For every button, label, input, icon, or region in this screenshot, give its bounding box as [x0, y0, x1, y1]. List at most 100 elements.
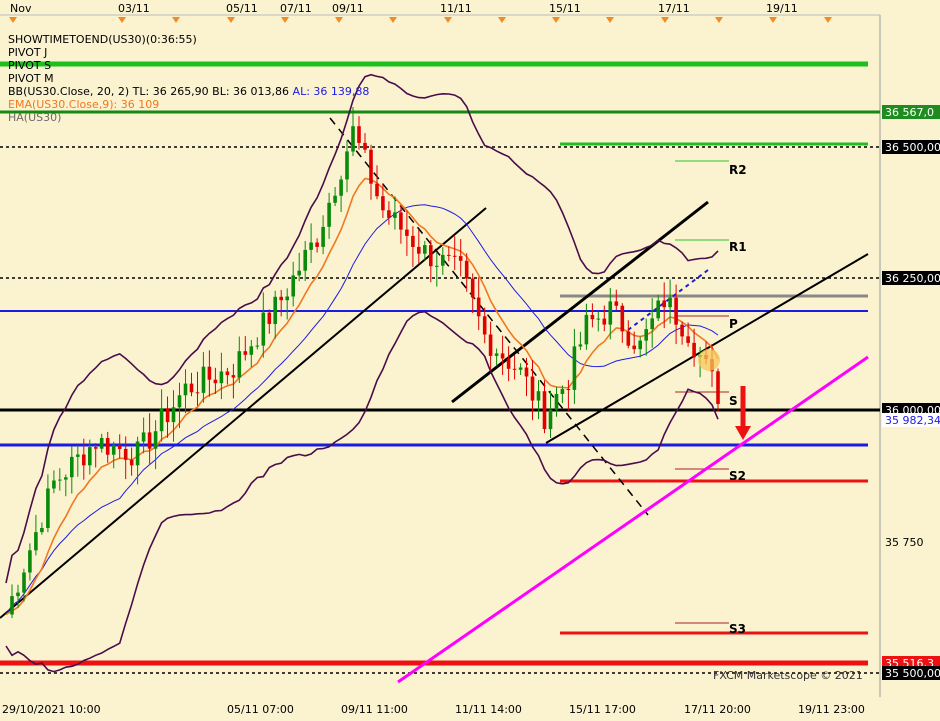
candle-body	[632, 345, 636, 350]
candle-body	[291, 275, 295, 297]
candle-body	[680, 324, 684, 337]
top-date-label: 11/11	[440, 2, 472, 15]
candle-body	[357, 126, 361, 143]
pivot-label-r1: R1	[729, 240, 747, 254]
candle-body	[393, 212, 397, 218]
bottom-date-label: 15/11 17:00	[569, 703, 636, 716]
candle-body	[219, 371, 224, 384]
price-tag-label: 35 750	[885, 536, 924, 549]
candle-body	[105, 438, 110, 455]
top-date-label: 09/11	[332, 2, 364, 15]
candle-body	[189, 383, 194, 393]
candle-body	[129, 459, 134, 466]
candle-body	[213, 379, 218, 384]
candle-body	[458, 256, 463, 261]
candle-body	[345, 151, 349, 180]
candle-body	[225, 371, 230, 376]
candle-body	[590, 314, 595, 320]
candle-body	[315, 242, 319, 247]
candle-body	[626, 331, 631, 346]
candle-body	[255, 345, 260, 347]
candle-body	[40, 528, 44, 533]
candle-body	[135, 441, 140, 466]
candle-body	[387, 210, 391, 218]
candle-body	[117, 445, 122, 449]
top-date-label: 17/11	[658, 2, 690, 15]
candle-body	[309, 242, 313, 250]
bollinger-al: AL: 36 139,88	[292, 85, 370, 98]
candle-body	[333, 195, 337, 203]
candle-body	[650, 318, 654, 330]
candle-body	[620, 305, 625, 332]
candle-body	[668, 297, 672, 308]
bottom-date-label: 05/11 07:00	[227, 703, 294, 716]
candle-body	[423, 245, 427, 254]
candle-body	[159, 408, 164, 432]
candle-body	[76, 454, 80, 457]
candle-body	[153, 431, 158, 449]
top-date-label: 03/11	[118, 2, 150, 15]
bottom-date-label: 09/11 11:00	[341, 703, 408, 716]
candle-body	[94, 447, 98, 449]
bottom-date-label: 19/11 23:00	[798, 703, 865, 716]
candle-body	[267, 312, 272, 324]
candle-body	[602, 318, 607, 325]
candle-body	[542, 391, 547, 430]
candle-body	[506, 358, 511, 369]
candle-body	[99, 438, 104, 449]
candle-body	[201, 366, 206, 393]
watermark: FXCM Marketscope © 2021	[713, 669, 863, 682]
overlay-heikin-ashi: HA(US30)	[8, 111, 62, 124]
candle-body	[64, 477, 68, 480]
overlay-pivot-m: PIVOT M	[8, 72, 54, 85]
candle-body	[399, 212, 403, 230]
candle-body	[536, 391, 541, 401]
candle-body	[279, 296, 283, 301]
candle-body	[596, 318, 601, 320]
candle-body	[447, 254, 451, 256]
candle-body	[674, 297, 678, 325]
price-tag-label: 35 982,34	[885, 414, 940, 427]
candle-body	[692, 342, 696, 358]
candle-body	[578, 344, 583, 347]
top-date-label: Nov	[10, 2, 32, 15]
candle-body	[614, 301, 619, 306]
top-date-label: 05/11	[226, 2, 258, 15]
candle-body	[123, 448, 128, 460]
candle-body	[452, 255, 457, 257]
candle-body	[369, 149, 373, 184]
overlay-pivot-j: PIVOT J	[8, 46, 48, 59]
candle-body	[351, 126, 355, 152]
candle-body	[429, 245, 433, 267]
candle-body	[482, 316, 487, 335]
top-date-label: 07/11	[280, 2, 312, 15]
candle-body	[686, 336, 690, 343]
candle-body	[560, 389, 565, 394]
candle-body	[476, 297, 481, 317]
candle-body	[183, 383, 188, 396]
candle-body	[195, 392, 200, 394]
candle-body	[297, 270, 301, 276]
candle-body	[28, 550, 32, 573]
candle-body	[46, 488, 50, 528]
pivot-label-s2: S2	[729, 469, 746, 483]
pivot-label-p: P	[729, 317, 738, 331]
candle-body	[321, 226, 325, 247]
candle-body	[608, 301, 613, 325]
candle-body	[70, 456, 74, 478]
bottom-date-label: 11/11 14:00	[455, 703, 522, 716]
candle-body	[566, 389, 571, 390]
candle-body	[494, 353, 499, 356]
candle-body	[584, 314, 589, 345]
candle-body	[716, 371, 720, 404]
candle-body	[165, 408, 170, 423]
candle-body	[243, 351, 248, 355]
overlay-bollinger: BB(US30.Close, 20, 2) TL: 36 265,90 BL: …	[8, 85, 369, 98]
candle-body	[441, 254, 445, 266]
candle-body	[381, 196, 385, 211]
candle-body	[249, 346, 254, 355]
candle-body	[411, 235, 415, 247]
candle-body	[662, 300, 666, 308]
bollinger-values: BB(US30.Close, 20, 2) TL: 36 265,90 BL: …	[8, 85, 290, 98]
candle-body	[273, 296, 277, 324]
